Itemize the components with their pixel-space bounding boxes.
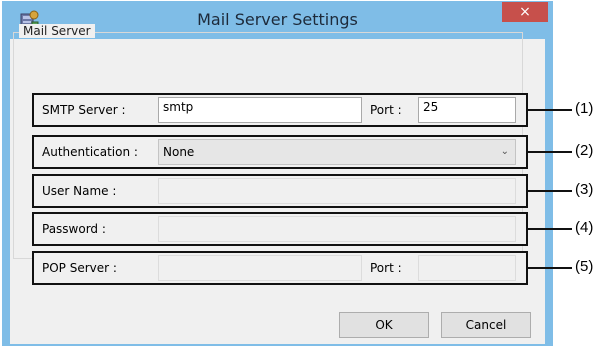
chevron-down-icon: ⌄	[500, 146, 509, 157]
password-input[interactable]	[158, 216, 516, 242]
callout-1: (1)	[575, 100, 594, 117]
user-name-label: User Name :	[42, 184, 117, 198]
authentication-select[interactable]: None ⌄	[158, 139, 516, 165]
password-label: Password :	[42, 222, 106, 236]
user-name-row: User Name :	[32, 174, 528, 208]
close-icon: ×	[519, 4, 531, 20]
ok-button[interactable]: OK	[339, 312, 429, 338]
callout-leader-2	[528, 151, 572, 153]
close-button[interactable]: ×	[502, 2, 548, 22]
pop-server-label: POP Server :	[42, 261, 117, 275]
callout-leader-3	[528, 190, 572, 192]
authentication-value: None	[163, 145, 195, 159]
callout-leader-1	[528, 109, 572, 111]
smtp-row: SMTP Server : smtp Port : 25	[32, 93, 528, 127]
callout-4: (4)	[575, 219, 594, 236]
callout-2: (2)	[575, 142, 594, 159]
pop-port-label: Port :	[370, 261, 402, 275]
cancel-button[interactable]: Cancel	[441, 312, 531, 338]
user-name-input[interactable]	[158, 178, 516, 204]
smtp-port-label: Port :	[370, 103, 402, 117]
callout-3: (3)	[575, 181, 594, 198]
authentication-row: Authentication : None ⌄	[32, 135, 528, 169]
smtp-port-input[interactable]: 25	[418, 97, 516, 123]
pop-row: POP Server : Port :	[32, 251, 528, 285]
callout-leader-5	[528, 267, 572, 269]
callout-leader-4	[528, 228, 572, 230]
callout-5: (5)	[575, 258, 594, 275]
password-row: Password :	[32, 212, 528, 246]
pop-port-input[interactable]	[418, 255, 516, 281]
pop-server-input[interactable]	[158, 255, 362, 281]
authentication-label: Authentication :	[42, 145, 138, 159]
group-label: Mail Server	[19, 24, 95, 38]
smtp-server-label: SMTP Server :	[42, 103, 126, 117]
smtp-server-input[interactable]: smtp	[158, 97, 362, 123]
